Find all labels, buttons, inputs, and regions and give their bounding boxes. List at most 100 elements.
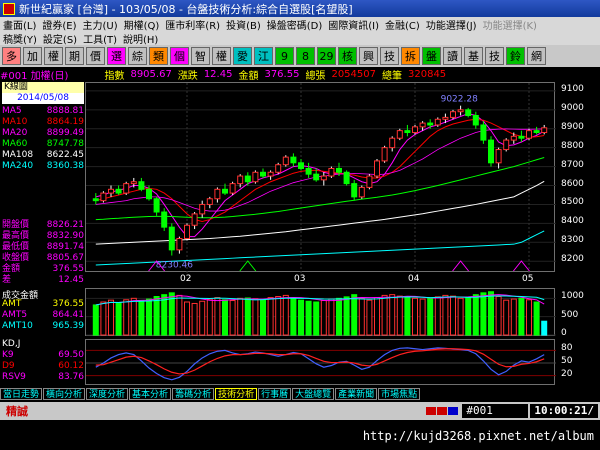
toolbar-button[interactable]: 智 <box>191 47 210 65</box>
toolbar-button[interactable]: 江 <box>254 47 273 65</box>
bottom-tab[interactable]: 當日走勢 <box>0 388 43 400</box>
candle-body <box>510 135 517 141</box>
menu-item[interactable]: 投資(B) <box>223 17 264 32</box>
candle-body <box>374 160 380 177</box>
menu-item[interactable]: 畫面(L) <box>0 17 39 32</box>
candle-body <box>518 135 525 139</box>
toolbar-button[interactable]: 綜 <box>128 47 147 65</box>
volume-bar <box>366 299 373 336</box>
signal-marker <box>513 260 530 272</box>
toolbar-button[interactable]: 期 <box>65 47 84 65</box>
toolbar-button[interactable]: 技 <box>380 47 399 65</box>
volume-y-tick: 1000 <box>561 291 584 302</box>
volume-bar <box>442 294 449 336</box>
change-label: 漲跌 <box>177 70 198 82</box>
bottom-tab[interactable]: 橫向分析 <box>43 388 86 400</box>
menu-item[interactable]: 稿獎(Y) <box>0 31 40 46</box>
price-y-tick: 9000 <box>561 102 584 113</box>
legend-row: 最低價 8891.74 <box>2 242 84 253</box>
bottom-tab[interactable]: 基本分析 <box>129 388 172 400</box>
legend-label: AMT10 <box>2 321 33 331</box>
volume-bar <box>541 320 548 336</box>
menu-item[interactable]: 工具(T) <box>80 31 120 46</box>
volume-chart-panel[interactable] <box>85 288 556 336</box>
toolbar-button[interactable]: 29 <box>317 47 336 65</box>
menu-item[interactable]: 主力(U) <box>80 17 121 32</box>
candle-body <box>138 181 145 190</box>
toolbar-button[interactable]: 加 <box>23 47 42 65</box>
footer-url: http://kujd3268.pixnet.net/album <box>362 429 594 443</box>
menu-item[interactable]: 金融(C) <box>382 17 423 32</box>
price-chart-panel[interactable]: 9022.28 8230.46 <box>85 82 556 273</box>
menu-item[interactable]: 匯市利率(R) <box>162 17 223 32</box>
candle-body <box>488 139 494 164</box>
menu-item[interactable]: 國際資訊(I) <box>325 17 382 32</box>
bottom-tab[interactable]: 深度分析 <box>86 388 129 400</box>
x-tick: 05 <box>522 274 534 284</box>
toolbar-button[interactable]: 類 <box>149 47 168 65</box>
volume-bar <box>244 297 251 336</box>
menu-item[interactable]: 功能選擇(K) <box>480 17 540 32</box>
candle-body <box>153 198 160 213</box>
toolbar-button[interactable]: 鈴 <box>506 47 525 65</box>
menu-item[interactable]: 證券(E) <box>39 17 79 32</box>
bottom-tab[interactable]: 技術分析 <box>215 388 258 400</box>
volume-bar <box>305 300 312 336</box>
legend-value: 965.39 <box>52 321 85 331</box>
toolbar-button[interactable]: 核 <box>338 47 357 65</box>
menu-item[interactable]: 設定(S) <box>40 31 80 46</box>
legend-value: 8360.38 <box>46 161 84 171</box>
volume-value: 2054507 <box>331 68 376 80</box>
candle-body <box>282 156 289 166</box>
volume-bar <box>115 302 122 336</box>
toolbar-button[interactable]: 權 <box>212 47 231 65</box>
candle-body <box>244 175 251 183</box>
legend-label: 最高價 <box>2 231 30 241</box>
volume-label: 總張 <box>305 70 326 82</box>
menu-item[interactable]: 說明(H) <box>120 31 161 46</box>
toolbar-button[interactable]: 網 <box>527 47 546 65</box>
menu-item[interactable]: 功能選擇(J) <box>423 17 480 32</box>
legend-label: MA5 <box>2 106 22 116</box>
status-bar: 精誠 #001 10:00:21/ <box>0 402 600 420</box>
kdj-chart-panel[interactable] <box>85 339 556 385</box>
volume-bar <box>298 299 304 336</box>
toolbar-button[interactable]: 基 <box>464 47 483 65</box>
legend-row: 最高價 8832.90 <box>2 231 84 242</box>
candle-body <box>526 130 532 139</box>
bottom-tab[interactable]: 市場焦點 <box>378 388 421 400</box>
bottom-tab[interactable]: 大盤總覽 <box>292 388 335 400</box>
amount-label: 金額 <box>238 70 259 82</box>
toolbar-button[interactable]: 價 <box>86 47 105 65</box>
candle-body <box>275 164 282 173</box>
legend-row: MA240 8360.38 <box>2 161 84 172</box>
bottom-tab[interactable]: 籌碼分析 <box>172 388 215 400</box>
price-legend: K線圖 2014/05/08 MA5 8888.81 MA10 8864.19 MA20… <box>2 82 84 285</box>
toolbar-button[interactable]: 多 <box>2 47 21 65</box>
bottom-tab[interactable]: 產業新聞 <box>335 388 378 400</box>
status-left: 精誠 <box>6 405 28 418</box>
toolbar-button[interactable]: 個 <box>170 47 189 65</box>
toolbar-button[interactable]: 讀 <box>443 47 462 65</box>
toolbar-button[interactable]: 技 <box>485 47 504 65</box>
toolbar-button[interactable]: 8 <box>296 47 315 65</box>
candle-body <box>434 118 441 126</box>
price-y-tick: 8500 <box>561 197 584 208</box>
legend-row: MA20 8899.49 <box>2 128 84 139</box>
toolbar-button[interactable]: 興 <box>359 47 378 65</box>
menu-item[interactable]: 期權(Q) <box>121 17 163 32</box>
legend-row: AMT 376.55 <box>2 299 84 310</box>
bottom-tab[interactable]: 行事曆 <box>258 388 292 400</box>
toolbar-button[interactable]: 選 <box>107 47 126 65</box>
volume-bar <box>381 294 388 336</box>
toolbar-button[interactable]: 愛 <box>233 47 252 65</box>
toolbar-button[interactable]: 盤 <box>422 47 441 65</box>
toolbar-button[interactable]: 拆 <box>401 47 420 65</box>
legend-value: 12.45 <box>58 275 84 285</box>
volume-bar <box>419 298 426 336</box>
toolbar-button[interactable]: 權 <box>44 47 63 65</box>
candle-body <box>404 130 411 134</box>
toolbar-button[interactable]: 9 <box>275 47 294 65</box>
menu-item[interactable]: 操盤密碼(D) <box>264 17 326 32</box>
volume-bar <box>161 294 168 336</box>
